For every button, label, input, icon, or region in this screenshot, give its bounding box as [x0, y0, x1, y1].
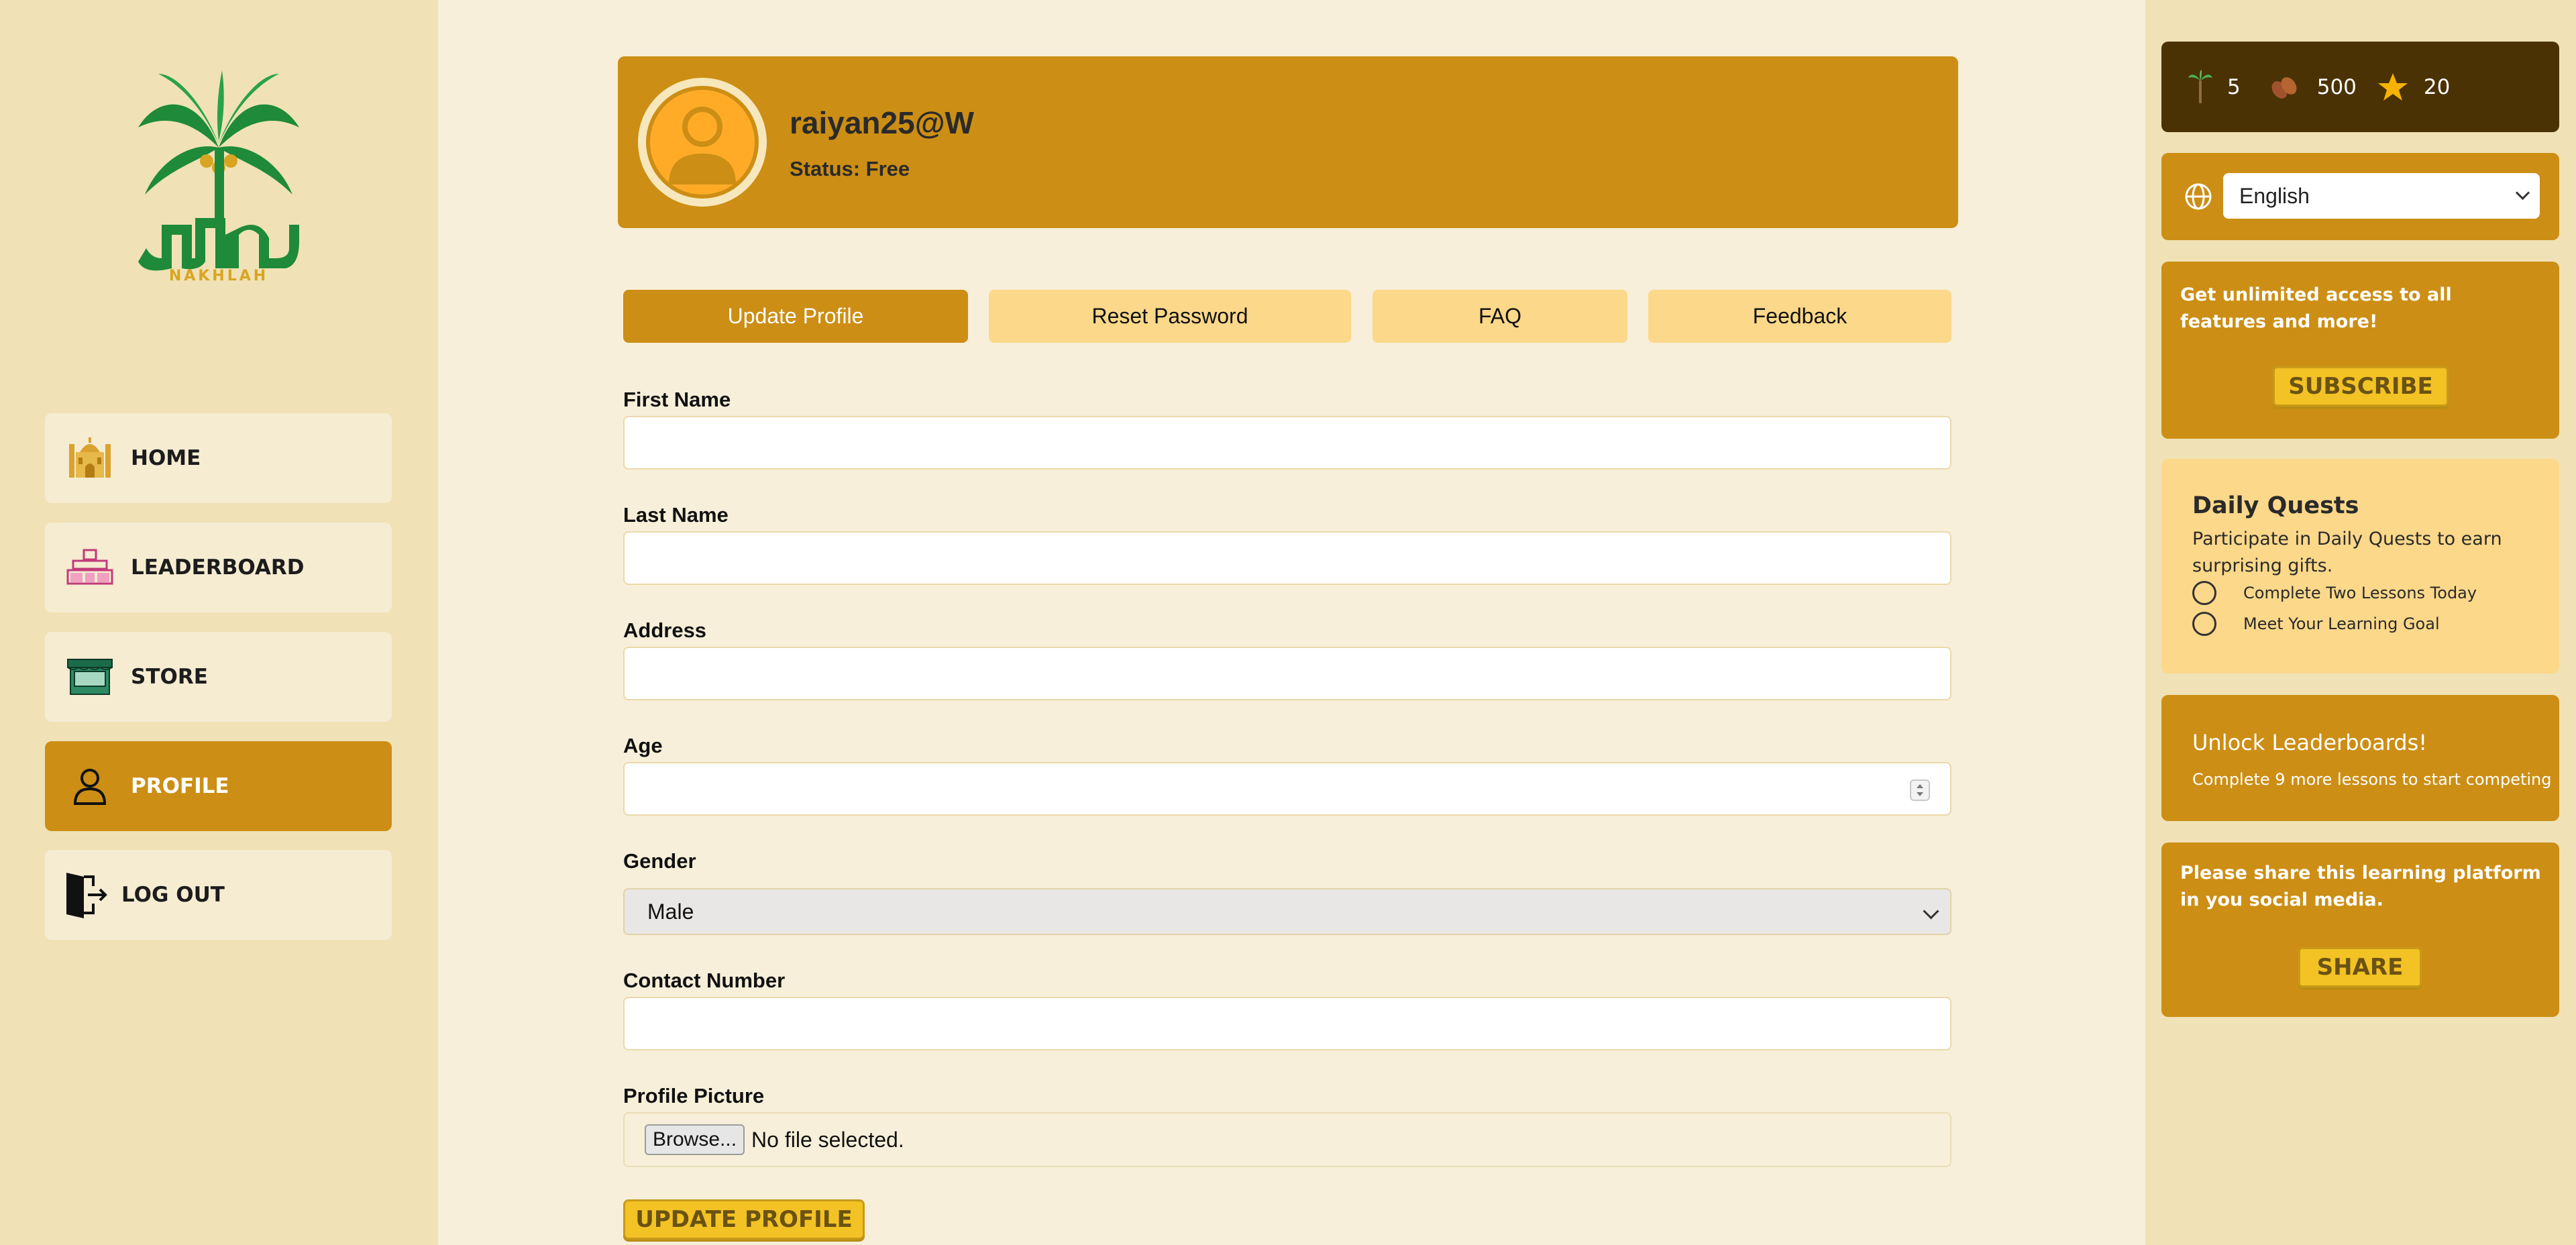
store-icon: [65, 652, 115, 702]
palm-stat: 5: [2188, 69, 2241, 105]
update-profile-button[interactable]: UPDATE PROFILE: [623, 1199, 865, 1240]
quest-checkbox[interactable]: [2192, 581, 2216, 605]
palm-count: 5: [2227, 74, 2241, 99]
chevron-down-icon: [2515, 185, 2530, 201]
unlock-leaderboards-title: Unlock Leaderboards!: [2192, 730, 2428, 755]
share-button[interactable]: SHARE: [2298, 947, 2422, 987]
quest-checkbox[interactable]: [2192, 612, 2216, 636]
account-status: Status: Free: [790, 157, 910, 180]
quest-label: Meet Your Learning Goal: [2243, 614, 2440, 633]
subscribe-button[interactable]: SUBSCRIBE: [2273, 366, 2449, 407]
palm-tree-icon: [2188, 69, 2212, 103]
age-label: Age: [623, 734, 663, 757]
nav-profile-label: PROFILE: [131, 774, 229, 798]
palm-logo-icon: NAKHLAH: [138, 70, 299, 284]
subscribe-text: Get unlimited access to all features and…: [2180, 284, 2452, 332]
quest-item[interactable]: Meet Your Learning Goal: [2192, 612, 2440, 636]
browse-button[interactable]: Browse...: [645, 1124, 745, 1155]
globe-icon: [2185, 183, 2212, 210]
svg-text:NAKHLAH: NAKHLAH: [169, 268, 268, 282]
address-field[interactable]: [623, 647, 1951, 700]
daily-quests-description: Participate in Daily Quests to earn surp…: [2192, 529, 2502, 576]
gender-label: Gender: [623, 849, 696, 873]
gender-value: Male: [647, 899, 694, 924]
nav-leaderboard-label: LEADERBOARD: [131, 555, 305, 580]
person-icon: [65, 761, 115, 811]
first-name-label: First Name: [623, 388, 731, 411]
quest-item[interactable]: Complete Two Lessons Today: [2192, 581, 2477, 605]
username: raiyan25@W: [790, 105, 974, 140]
language-panel: English: [2161, 153, 2559, 240]
nav-store-label: STORE: [131, 665, 208, 689]
share-card: Please share this learning platform in y…: [2161, 843, 2559, 1017]
quest-label: Complete Two Lessons Today: [2243, 584, 2477, 602]
last-name-field[interactable]: [623, 531, 1951, 585]
profile-picture-input: Browse... No file selected.: [623, 1112, 1951, 1167]
tab-faq[interactable]: FAQ: [1373, 290, 1627, 343]
tab-reset-password[interactable]: Reset Password: [989, 290, 1351, 343]
chevron-down-icon: [1923, 903, 1939, 920]
language-value: English: [2239, 183, 2310, 208]
nav-profile[interactable]: PROFILE: [45, 741, 392, 831]
leaderboard-icon: [65, 543, 115, 592]
nav-store[interactable]: STORE: [45, 632, 392, 722]
stars-count: 20: [2423, 74, 2451, 99]
last-name-label: Last Name: [623, 503, 729, 527]
file-status: No file selected.: [751, 1127, 904, 1152]
nakhlah-logo[interactable]: NAKHLAH: [131, 67, 306, 284]
nav-home[interactable]: HOME: [45, 413, 392, 503]
dates-stat: 500: [2269, 74, 2357, 101]
tab-update-profile[interactable]: Update Profile: [623, 290, 968, 343]
gender-select[interactable]: Male: [623, 888, 1951, 935]
contact-number-label: Contact Number: [623, 969, 786, 992]
age-stepper[interactable]: [1910, 779, 1930, 801]
profile-header: raiyan25@W Status: Free: [618, 56, 1958, 228]
dates-icon: [2271, 76, 2297, 99]
age-field[interactable]: [623, 762, 1951, 816]
language-select[interactable]: English: [2223, 173, 2540, 219]
dates-count: 500: [2316, 74, 2357, 99]
mosque-icon: [65, 433, 115, 483]
subscribe-card: Get unlimited access to all features and…: [2161, 262, 2559, 439]
first-name-field[interactable]: [623, 416, 1951, 470]
daily-quests-title: Daily Quests: [2192, 492, 2359, 519]
logout-icon: [61, 870, 111, 920]
stats-bar: 5 500 20: [2161, 42, 2559, 132]
nav-logout[interactable]: LOG OUT: [45, 850, 392, 940]
contact-number-field[interactable]: [623, 997, 1951, 1050]
avatar[interactable]: [638, 78, 767, 207]
daily-quests-card: Daily Quests Participate in Daily Quests…: [2161, 459, 2559, 673]
nav-logout-label: LOG OUT: [121, 883, 225, 907]
share-text: Please share this learning platform in y…: [2180, 863, 2541, 910]
unlock-leaderboards-card: Unlock Leaderboards! Complete 9 more les…: [2161, 695, 2559, 821]
address-label: Address: [623, 618, 707, 642]
stars-stat: 20: [2377, 72, 2450, 103]
star-icon: [2377, 72, 2408, 101]
nav-home-label: HOME: [131, 446, 201, 470]
profile-picture-label: Profile Picture: [623, 1084, 765, 1107]
tab-feedback[interactable]: Feedback: [1648, 290, 1951, 343]
nav-leaderboard[interactable]: LEADERBOARD: [45, 523, 392, 612]
user-avatar-icon: [669, 107, 736, 184]
unlock-leaderboards-text: Complete 9 more lessons to start competi…: [2192, 770, 2552, 789]
